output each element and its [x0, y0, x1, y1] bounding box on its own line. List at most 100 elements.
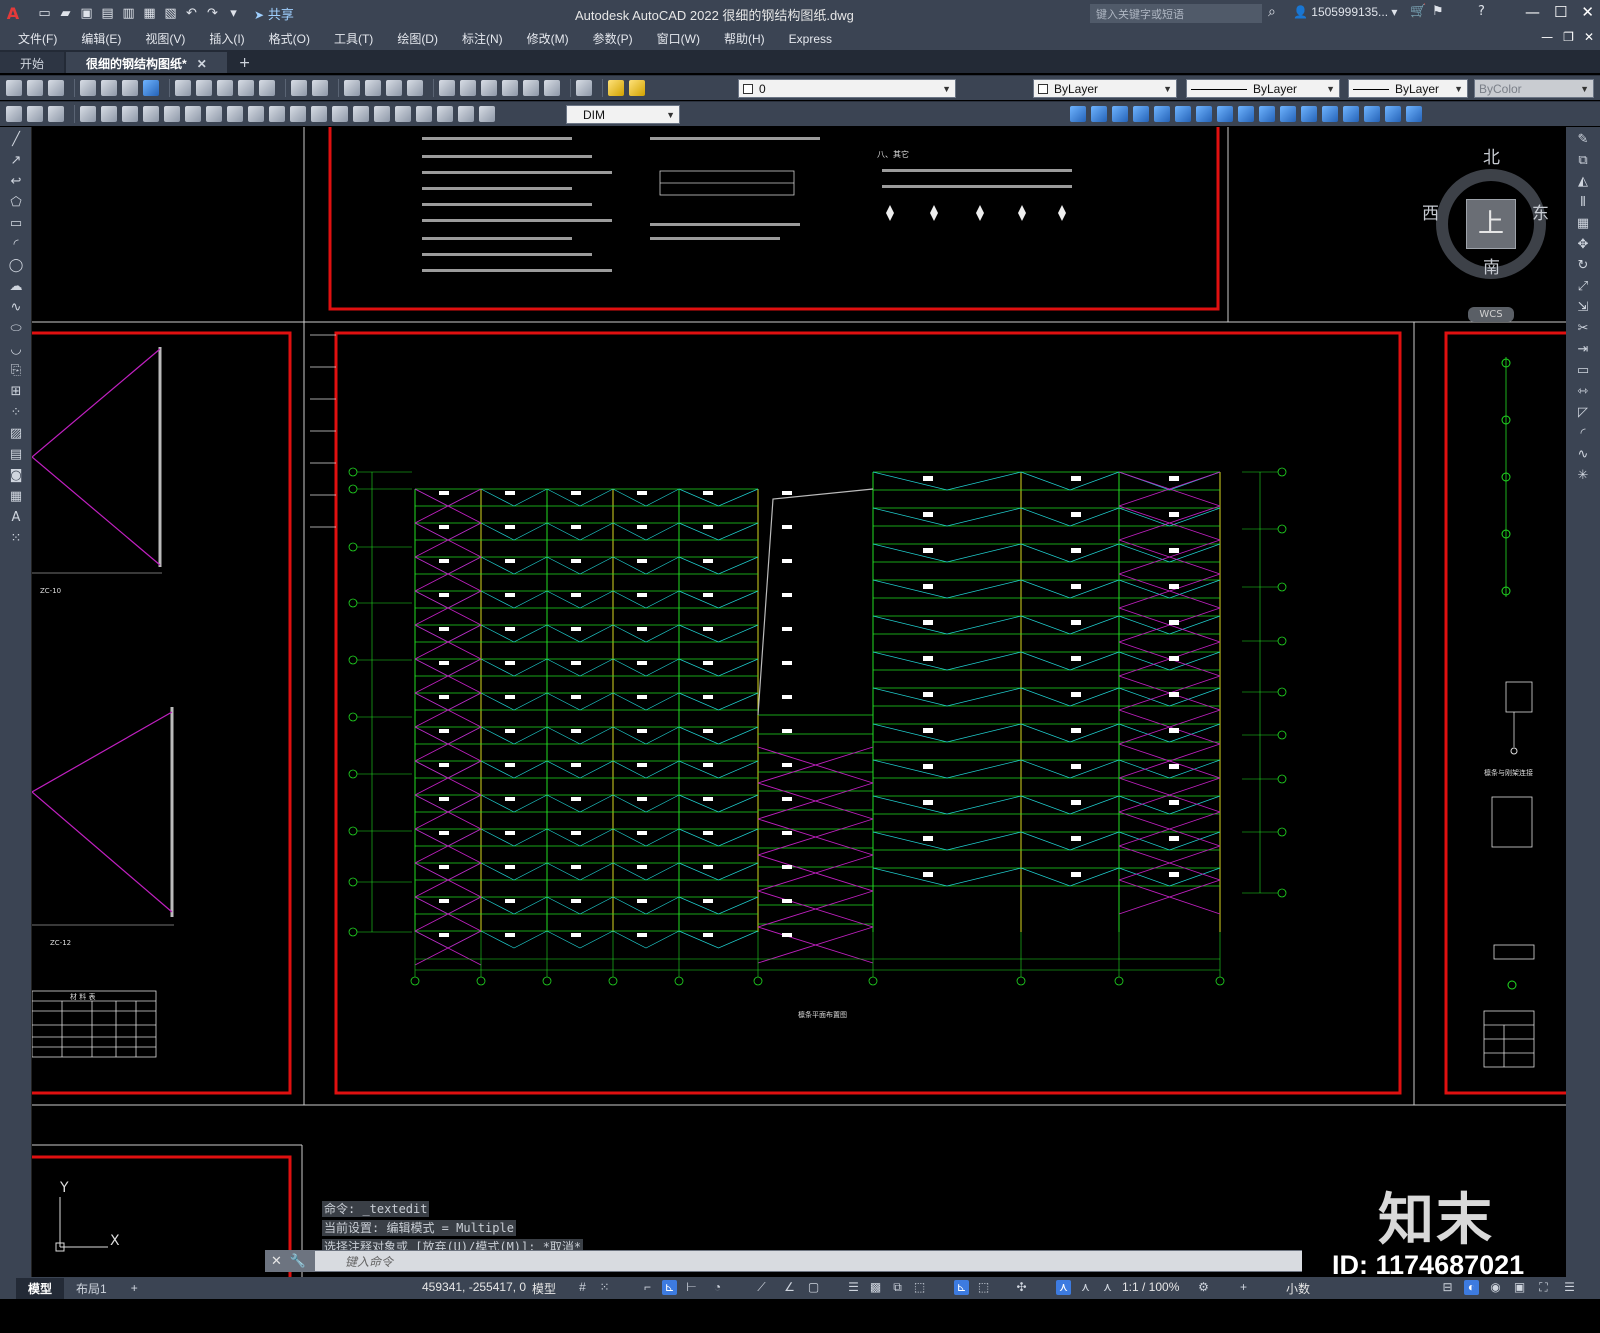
- zoom-realtime-icon[interactable]: [365, 80, 381, 96]
- union-icon[interactable]: [1217, 106, 1233, 122]
- layer-previous-icon[interactable]: [27, 106, 43, 122]
- dim-update-icon[interactable]: [479, 106, 495, 122]
- modify-3d-icon[interactable]: [1091, 106, 1107, 122]
- layer-manager-icon[interactable]: [6, 106, 22, 122]
- menu-parametric[interactable]: 参数(P): [593, 30, 633, 47]
- viewcube[interactable]: 北 西 东 南 上 WCS: [1422, 147, 1556, 322]
- model-space-button[interactable]: 模型: [532, 1280, 556, 1297]
- array-icon[interactable]: ▦: [1575, 216, 1591, 232]
- shell-icon[interactable]: [1322, 106, 1338, 122]
- dim-break-icon[interactable]: [332, 106, 348, 122]
- maximize-button[interactable]: ☐: [1554, 3, 1567, 21]
- redo-icon[interactable]: ↷: [204, 6, 221, 21]
- center-mark-icon[interactable]: [374, 106, 390, 122]
- annotation-scale-dropdown[interactable]: 1:1 / 100%: [1122, 1280, 1179, 1294]
- angular-dim-icon[interactable]: [227, 106, 243, 122]
- quick-properties-icon[interactable]: ⊟: [1440, 1280, 1455, 1295]
- compass-west[interactable]: 西: [1422, 199, 1439, 224]
- selection-cycling-icon[interactable]: ⧉: [890, 1280, 905, 1295]
- gizmo-icon[interactable]: ✣: [1014, 1280, 1029, 1295]
- menu-edit[interactable]: 编辑(E): [81, 30, 121, 47]
- dynamic-input-icon[interactable]: ⊾: [662, 1280, 677, 1295]
- coordinates-readout[interactable]: 459341, -255417, 0: [422, 1280, 526, 1294]
- add-layout-button[interactable]: +: [119, 1279, 150, 1297]
- menu-tools[interactable]: 工具(T): [334, 30, 373, 47]
- properties-icon[interactable]: [439, 80, 455, 96]
- calculator-icon[interactable]: [544, 80, 560, 96]
- tolerance-icon[interactable]: [353, 106, 369, 122]
- jogged-dim-icon[interactable]: [185, 106, 201, 122]
- customization-icon[interactable]: ☰: [1562, 1280, 1577, 1295]
- scale-icon[interactable]: ⤢: [1575, 279, 1591, 295]
- menu-draw[interactable]: 绘图(D): [397, 30, 438, 47]
- paste-icon[interactable]: [217, 80, 233, 96]
- clean-screen-icon[interactable]: ⛶: [1536, 1280, 1551, 1295]
- publish-toolbar-icon[interactable]: [122, 80, 138, 96]
- menu-modify[interactable]: 修改(M): [527, 30, 569, 47]
- wcs-menu-button[interactable]: WCS: [1468, 307, 1514, 322]
- new-tab-button[interactable]: +: [229, 53, 261, 73]
- solid-edit-icon[interactable]: [1112, 106, 1128, 122]
- zoom-previous-icon[interactable]: [407, 80, 423, 96]
- cut-icon[interactable]: [175, 80, 191, 96]
- jogged-linear-icon[interactable]: [416, 106, 432, 122]
- dim-style-manager-icon[interactable]: [1070, 106, 1086, 122]
- tab-start[interactable]: 开始: [0, 52, 65, 73]
- compass-east[interactable]: 东: [1532, 199, 1549, 224]
- lineweight-toggle-icon[interactable]: ☰: [846, 1280, 861, 1295]
- color-dropdown[interactable]: ByLayer ▼: [1033, 79, 1177, 98]
- search-input[interactable]: 键入关键字或短语: [1090, 4, 1262, 23]
- new-file-icon[interactable]: ▭: [36, 6, 53, 21]
- sheet-set-icon[interactable]: [502, 80, 518, 96]
- annotation-monitor-icon[interactable]: +: [1236, 1280, 1251, 1295]
- menu-help[interactable]: 帮助(H): [724, 30, 765, 47]
- undo-icon[interactable]: ↶: [183, 6, 200, 21]
- print-icon[interactable]: [80, 80, 96, 96]
- annotation-visibility-icon[interactable]: ⋏: [1056, 1280, 1071, 1295]
- extrude-icon[interactable]: [1133, 106, 1149, 122]
- slice-icon[interactable]: [1280, 106, 1296, 122]
- materials-icon[interactable]: [1385, 106, 1401, 122]
- dim-space-icon[interactable]: [311, 106, 327, 122]
- offset-icon[interactable]: ⫴: [1575, 195, 1591, 211]
- polyline-icon[interactable]: ↩: [8, 174, 24, 190]
- redo-toolbar-icon[interactable]: [312, 80, 328, 96]
- close-command-icon[interactable]: ✕: [271, 1254, 282, 1269]
- layer-freeze-icon[interactable]: [629, 80, 645, 96]
- circle-icon[interactable]: ◯: [8, 258, 24, 274]
- isolate-objects-icon[interactable]: ◉: [1488, 1280, 1503, 1295]
- spline-icon[interactable]: ∿: [8, 300, 24, 316]
- annotation-scale-icon[interactable]: ⋏: [1100, 1280, 1115, 1295]
- extend-icon[interactable]: ⇥: [1575, 342, 1591, 358]
- object-snap-icon[interactable]: ▢: [806, 1280, 821, 1295]
- move-icon[interactable]: ✥: [1575, 237, 1591, 253]
- snap-icon[interactable]: ⁙: [597, 1280, 612, 1295]
- copy-icon[interactable]: [196, 80, 212, 96]
- layer-dropdown[interactable]: 0 ▼: [738, 79, 956, 98]
- fillet-icon[interactable]: ◜: [1575, 426, 1591, 442]
- menu-file[interactable]: 文件(F): [18, 30, 57, 47]
- erase-icon[interactable]: ✎: [1575, 132, 1591, 148]
- trim-icon[interactable]: ✂: [1575, 321, 1591, 337]
- revision-cloud-icon[interactable]: ☁: [8, 279, 24, 295]
- menu-window[interactable]: 窗口(W): [657, 30, 700, 47]
- plotstyle-dropdown[interactable]: ByColor ▼: [1474, 79, 1594, 98]
- help-toolbar-icon[interactable]: [576, 80, 592, 96]
- gradient-icon[interactable]: ▤: [8, 447, 24, 463]
- layer-on-icon[interactable]: [608, 80, 624, 96]
- mesh-icon[interactable]: [1343, 106, 1359, 122]
- preview-icon[interactable]: [101, 80, 117, 96]
- block-editor-icon[interactable]: [259, 80, 275, 96]
- help-icon[interactable]: ?: [1478, 4, 1485, 19]
- save-icon[interactable]: ▣: [78, 6, 95, 21]
- compass-south[interactable]: 南: [1483, 253, 1500, 278]
- render-icon[interactable]: [1364, 106, 1380, 122]
- publish-icon[interactable]: ▥: [120, 6, 137, 21]
- polar-tracking-icon[interactable]: ◔: [710, 1280, 725, 1295]
- line-icon[interactable]: ╱: [8, 132, 24, 148]
- share-button[interactable]: ➤ 共享: [254, 4, 294, 23]
- community-icon[interactable]: ⚑: [1432, 4, 1444, 19]
- grid-icon[interactable]: #: [575, 1280, 590, 1295]
- hatch-icon[interactable]: ▨: [8, 426, 24, 442]
- inspection-icon[interactable]: [395, 106, 411, 122]
